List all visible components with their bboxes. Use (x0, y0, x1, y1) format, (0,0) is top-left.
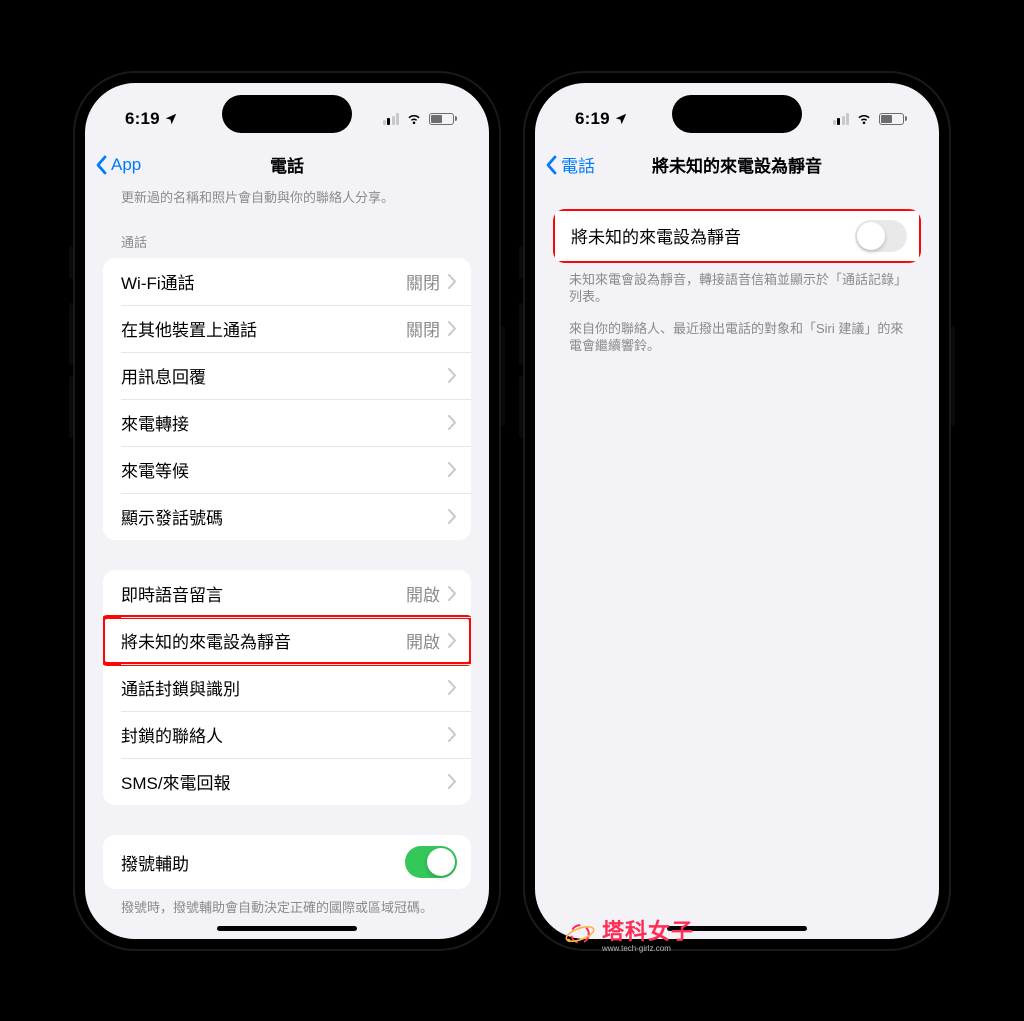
row-call-forwarding[interactable]: 來電轉接 (103, 399, 471, 446)
silence-unknown-callers-toggle[interactable] (855, 220, 907, 252)
side-button (69, 303, 73, 365)
back-label: App (111, 155, 141, 175)
row-calls-on-other-devices[interactable]: 在其他裝置上通話 關閉 (103, 305, 471, 352)
dial-assist-description: 撥號時，撥號輔助會自動決定正確的國際或區域冠碼。 (85, 895, 489, 921)
battery-icon (879, 113, 907, 125)
chevron-right-icon (448, 727, 457, 742)
settings-content: 更新過的名稱和照片會自動與你的聯絡人分享。 通話 Wi-Fi通話 關閉 在其他裝… (85, 189, 489, 939)
row-silence-unknown-callers-toggle[interactable]: 將未知的來電設為靜音 (553, 209, 921, 263)
side-button (519, 376, 523, 438)
status-time: 6:19 (575, 109, 628, 129)
back-label: 電話 (561, 152, 595, 177)
settings-group-silence: 將未知的來電設為靜音 (553, 209, 921, 263)
chevron-right-icon (448, 321, 457, 336)
row-label: 將未知的來電設為靜音 (121, 628, 406, 653)
side-button (519, 303, 523, 365)
settings-group-2: 即時語音留言 開啟 將未知的來電設為靜音 開啟 通話封鎖與識別 封鎖的 (103, 570, 471, 805)
side-button (69, 376, 73, 438)
row-call-blocking-id[interactable]: 通話封鎖與識別 (103, 664, 471, 711)
row-blocked-contacts[interactable]: 封鎖的聯絡人 (103, 711, 471, 758)
watermark-subtext: www.tech-girlz.com (602, 944, 694, 953)
chevron-left-icon (95, 155, 107, 175)
battery-icon (429, 113, 457, 125)
silence-description-2: 來自你的聯絡人、最近撥出電話的對象和「Siri 建議」的來電會繼續響鈴。 (535, 320, 939, 355)
header-description: 更新過的名稱和照片會自動與你的聯絡人分享。 (85, 189, 489, 211)
nav-bar: 電話 將未知的來電設為靜音 (535, 141, 939, 189)
row-silence-unknown-callers[interactable]: 將未知的來電設為靜音 開啟 (103, 617, 471, 664)
phone-frame-1: 6:19 App (73, 71, 501, 951)
watermark-icon (564, 918, 596, 950)
status-time: 6:19 (125, 109, 178, 129)
row-value: 關閉 (406, 269, 440, 294)
row-label: 封鎖的聯絡人 (121, 722, 448, 747)
row-wifi-calling[interactable]: Wi-Fi通話 關閉 (103, 258, 471, 305)
row-label: SMS/來電回報 (121, 769, 448, 794)
chevron-right-icon (448, 774, 457, 789)
location-icon (164, 112, 178, 126)
row-value: 開啟 (406, 628, 440, 653)
silence-description-1: 未知來電會設為靜音，轉接語音信箱並顯示於「通話記錄」列表。 (535, 271, 939, 320)
row-sms-call-reporting[interactable]: SMS/來電回報 (103, 758, 471, 805)
dial-assist-toggle[interactable] (405, 846, 457, 878)
status-time-text: 6:19 (125, 109, 160, 129)
page-title: 將未知的來電設為靜音 (652, 152, 822, 177)
chevron-right-icon (448, 633, 457, 648)
watermark: 塔科女子 www.tech-girlz.com (564, 914, 694, 953)
settings-group-dial-assist: 撥號輔助 (103, 835, 471, 889)
row-respond-with-text[interactable]: 用訊息回覆 (103, 352, 471, 399)
row-label: 用訊息回覆 (121, 363, 448, 388)
wifi-icon (405, 112, 423, 125)
chevron-right-icon (448, 274, 457, 289)
row-live-voicemail[interactable]: 即時語音留言 開啟 (103, 570, 471, 617)
status-time-text: 6:19 (575, 109, 610, 129)
row-label: 在其他裝置上通話 (121, 316, 406, 341)
page-title: 電話 (270, 152, 304, 177)
cellular-signal-icon (383, 113, 400, 125)
side-button (519, 246, 523, 279)
chevron-right-icon (448, 462, 457, 477)
row-label: 顯示發話號碼 (121, 504, 448, 529)
row-label: 將未知的來電設為靜音 (571, 223, 855, 248)
screen-2: 6:19 電話 (535, 83, 939, 939)
chevron-right-icon (448, 586, 457, 601)
row-show-my-caller-id[interactable]: 顯示發話號碼 (103, 493, 471, 540)
side-button (951, 326, 955, 426)
side-button (69, 246, 73, 279)
settings-group-calls: Wi-Fi通話 關閉 在其他裝置上通話 關閉 用訊息回覆 來電轉接 (103, 258, 471, 540)
chevron-right-icon (448, 509, 457, 524)
section-header-calls: 通話 (85, 210, 489, 258)
row-value: 關閉 (406, 316, 440, 341)
settings-content: 將未知的來電設為靜音 未知來電會設為靜音，轉接語音信箱並顯示於「通話記錄」列表。… (535, 189, 939, 939)
row-label: 來電等候 (121, 457, 448, 482)
chevron-right-icon (448, 368, 457, 383)
chevron-right-icon (448, 680, 457, 695)
row-label: 即時語音留言 (121, 581, 406, 606)
row-dial-assist[interactable]: 撥號輔助 (103, 835, 471, 889)
row-value: 開啟 (406, 581, 440, 606)
dynamic-island (672, 95, 802, 133)
watermark-text: 塔科女子 (602, 919, 694, 944)
location-icon (614, 112, 628, 126)
dynamic-island (222, 95, 352, 133)
home-indicator[interactable] (217, 926, 357, 931)
side-button (501, 326, 505, 426)
row-label: Wi-Fi通話 (121, 269, 406, 294)
chevron-right-icon (448, 415, 457, 430)
back-button[interactable]: 電話 (545, 141, 595, 189)
row-call-waiting[interactable]: 來電等候 (103, 446, 471, 493)
row-label: 通話封鎖與識別 (121, 675, 448, 700)
screen-1: 6:19 App (85, 83, 489, 939)
row-label: 撥號輔助 (121, 850, 405, 875)
wifi-icon (855, 112, 873, 125)
back-button[interactable]: App (95, 141, 141, 189)
nav-bar: App 電話 (85, 141, 489, 189)
chevron-left-icon (545, 155, 557, 175)
phone-frame-2: 6:19 電話 (523, 71, 951, 951)
cellular-signal-icon (833, 113, 850, 125)
row-label: 來電轉接 (121, 410, 448, 435)
